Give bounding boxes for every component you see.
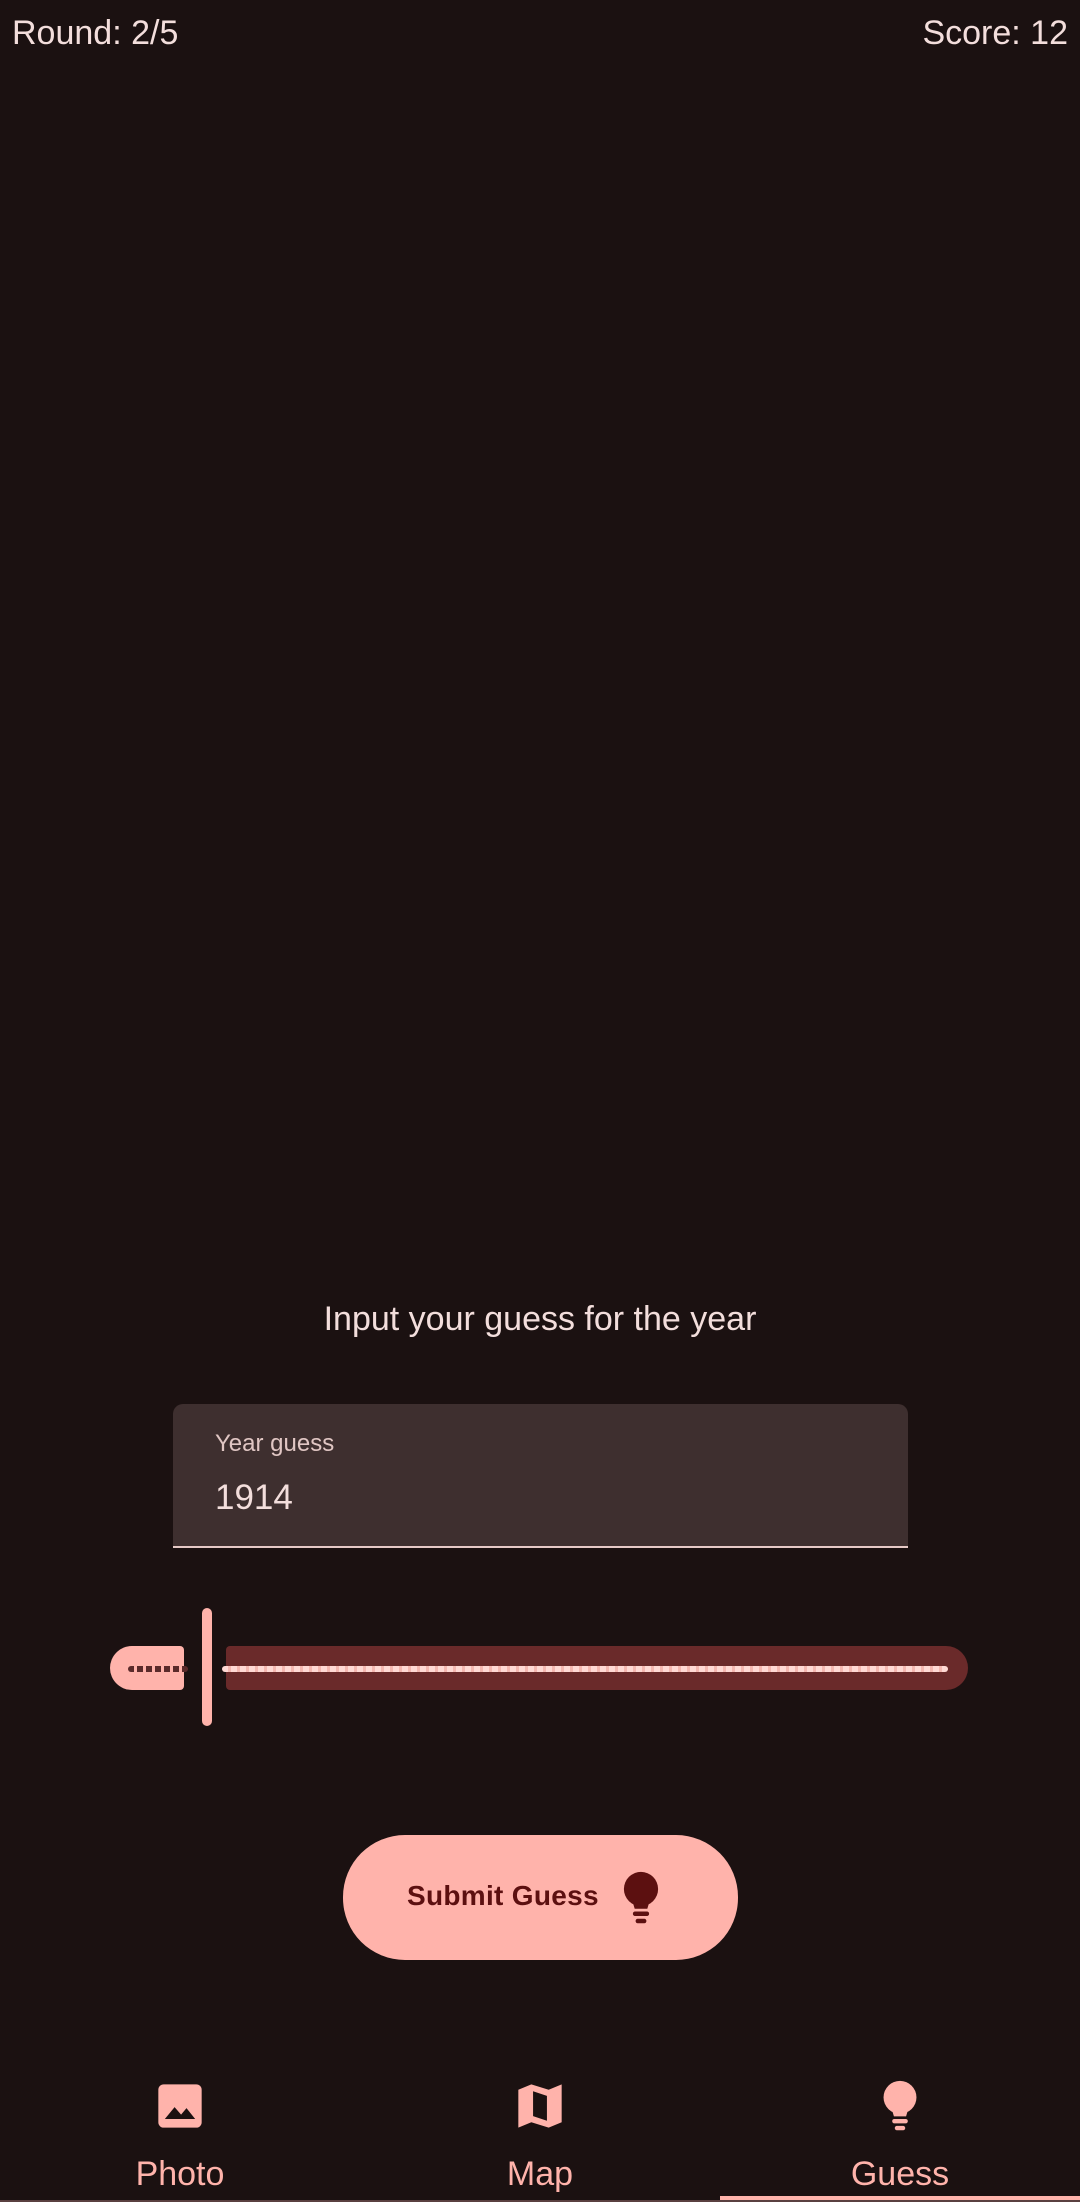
slider-thumb[interactable]	[202, 1608, 212, 1726]
bottom-navigation: Photo Map Guess	[0, 2060, 1080, 2202]
round-counter: Round: 2/5	[12, 14, 179, 52]
nav-item-photo[interactable]: Photo	[0, 2060, 360, 2202]
map-icon	[518, 2084, 562, 2128]
year-slider[interactable]	[108, 1604, 970, 1726]
top-bar: Round: 2/5 Score: 12	[0, 0, 1080, 80]
slider-active-tick-marks	[128, 1666, 188, 1672]
lightbulb-icon	[883, 2080, 917, 2131]
nav-label-map: Map	[506, 2155, 574, 2193]
score-counter: Score: 12	[922, 14, 1068, 52]
image-icon	[158, 2084, 202, 2128]
guess-prompt: Input your guess for the year	[323, 1300, 757, 1338]
submit-guess-label: Submit Guess	[407, 1880, 599, 1911]
nav-item-guess[interactable]: Guess	[720, 2060, 1080, 2202]
slider-inactive-tick-marks	[222, 1666, 948, 1672]
year-guess-input[interactable]	[215, 1478, 815, 1518]
year-guess-label: Year guess	[215, 1430, 335, 1457]
nav-label-guess: Guess	[850, 2155, 950, 2193]
nav-item-map[interactable]: Map	[360, 2060, 720, 2202]
submit-guess-button[interactable]: Submit Guess	[343, 1835, 738, 1960]
year-guess-field[interactable]: Year guess	[173, 1404, 908, 1548]
nav-label-photo: Photo	[135, 2155, 225, 2193]
lightbulb-icon	[623, 1871, 659, 1924]
